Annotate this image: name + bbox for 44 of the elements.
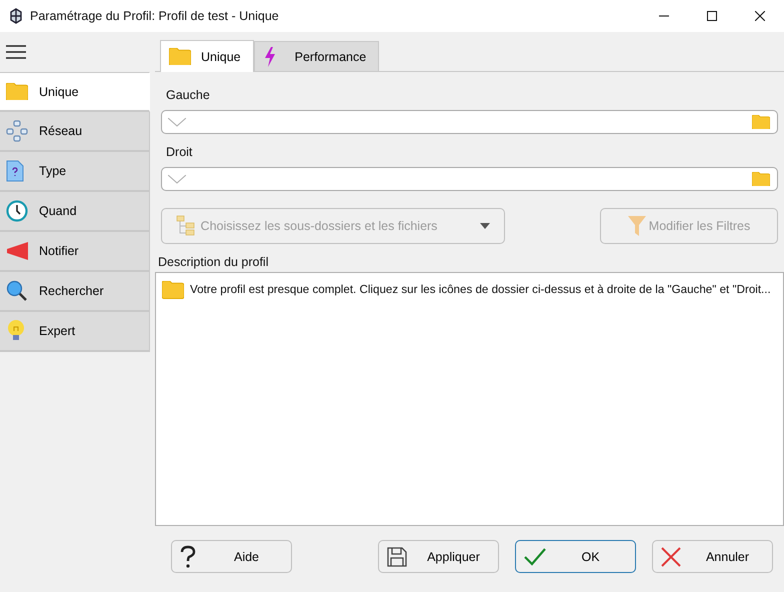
folder-icon [6, 82, 28, 100]
window-title: Paramétrage du Profil: Profil de test - Unique [30, 9, 279, 23]
search-icon [6, 280, 28, 302]
tab[interactable]: Unique [160, 40, 254, 72]
sidebar-item[interactable]: Rechercher [0, 272, 150, 312]
folder-icon [169, 48, 191, 66]
folder-icon [162, 281, 184, 299]
tab[interactable]: Performance [254, 41, 380, 71]
field-label: Gauche [166, 88, 211, 102]
question-document-icon [6, 160, 24, 182]
clock-icon [6, 200, 28, 222]
sidebar-item[interactable]: Notifier [0, 232, 150, 272]
megaphone-icon [6, 241, 30, 261]
dialog-button[interactable]: OK [515, 540, 636, 573]
menu-icon [6, 44, 26, 60]
description-text: Votre profil est presque complet. Cliquez sur les icônes de dossier ci-dessus et à droite de la "Gauche" et "Droit... [190, 283, 771, 296]
field-label: Droit [166, 145, 194, 159]
dialog-button[interactable]: Annuler [652, 540, 773, 573]
dialog-button[interactable]: Aide [171, 540, 292, 573]
caret-icon [480, 223, 490, 229]
folder-icon [752, 114, 770, 130]
sidebar-item[interactable]: Expert [0, 312, 150, 352]
dialog-button[interactable]: Appliquer [378, 540, 499, 573]
sidebar-item[interactable]: Réseau [0, 112, 150, 152]
funnel-icon [628, 216, 646, 236]
question-mark-icon [180, 544, 196, 568]
sidebar-item[interactable]: Unique [0, 72, 150, 112]
section-label: Description du profil [158, 255, 270, 269]
checkmark-icon [524, 548, 546, 566]
network-icon [6, 120, 28, 142]
folder-path-field[interactable] [161, 167, 778, 191]
app-icon [9, 8, 23, 24]
chevron-down-icon [168, 118, 186, 126]
close-icon [755, 11, 765, 21]
lightbulb-icon [6, 319, 26, 343]
lightning-icon [262, 46, 277, 66]
folder-icon [752, 172, 770, 186]
folder-path-field[interactable] [161, 110, 778, 134]
cross-icon [661, 546, 681, 566]
sidebar-item[interactable]: Quand [0, 192, 150, 232]
chevron-down-icon [168, 174, 186, 184]
sidebar-item[interactable]: Type [0, 152, 150, 192]
maximize-icon [707, 11, 717, 21]
minimize-icon [659, 15, 669, 17]
